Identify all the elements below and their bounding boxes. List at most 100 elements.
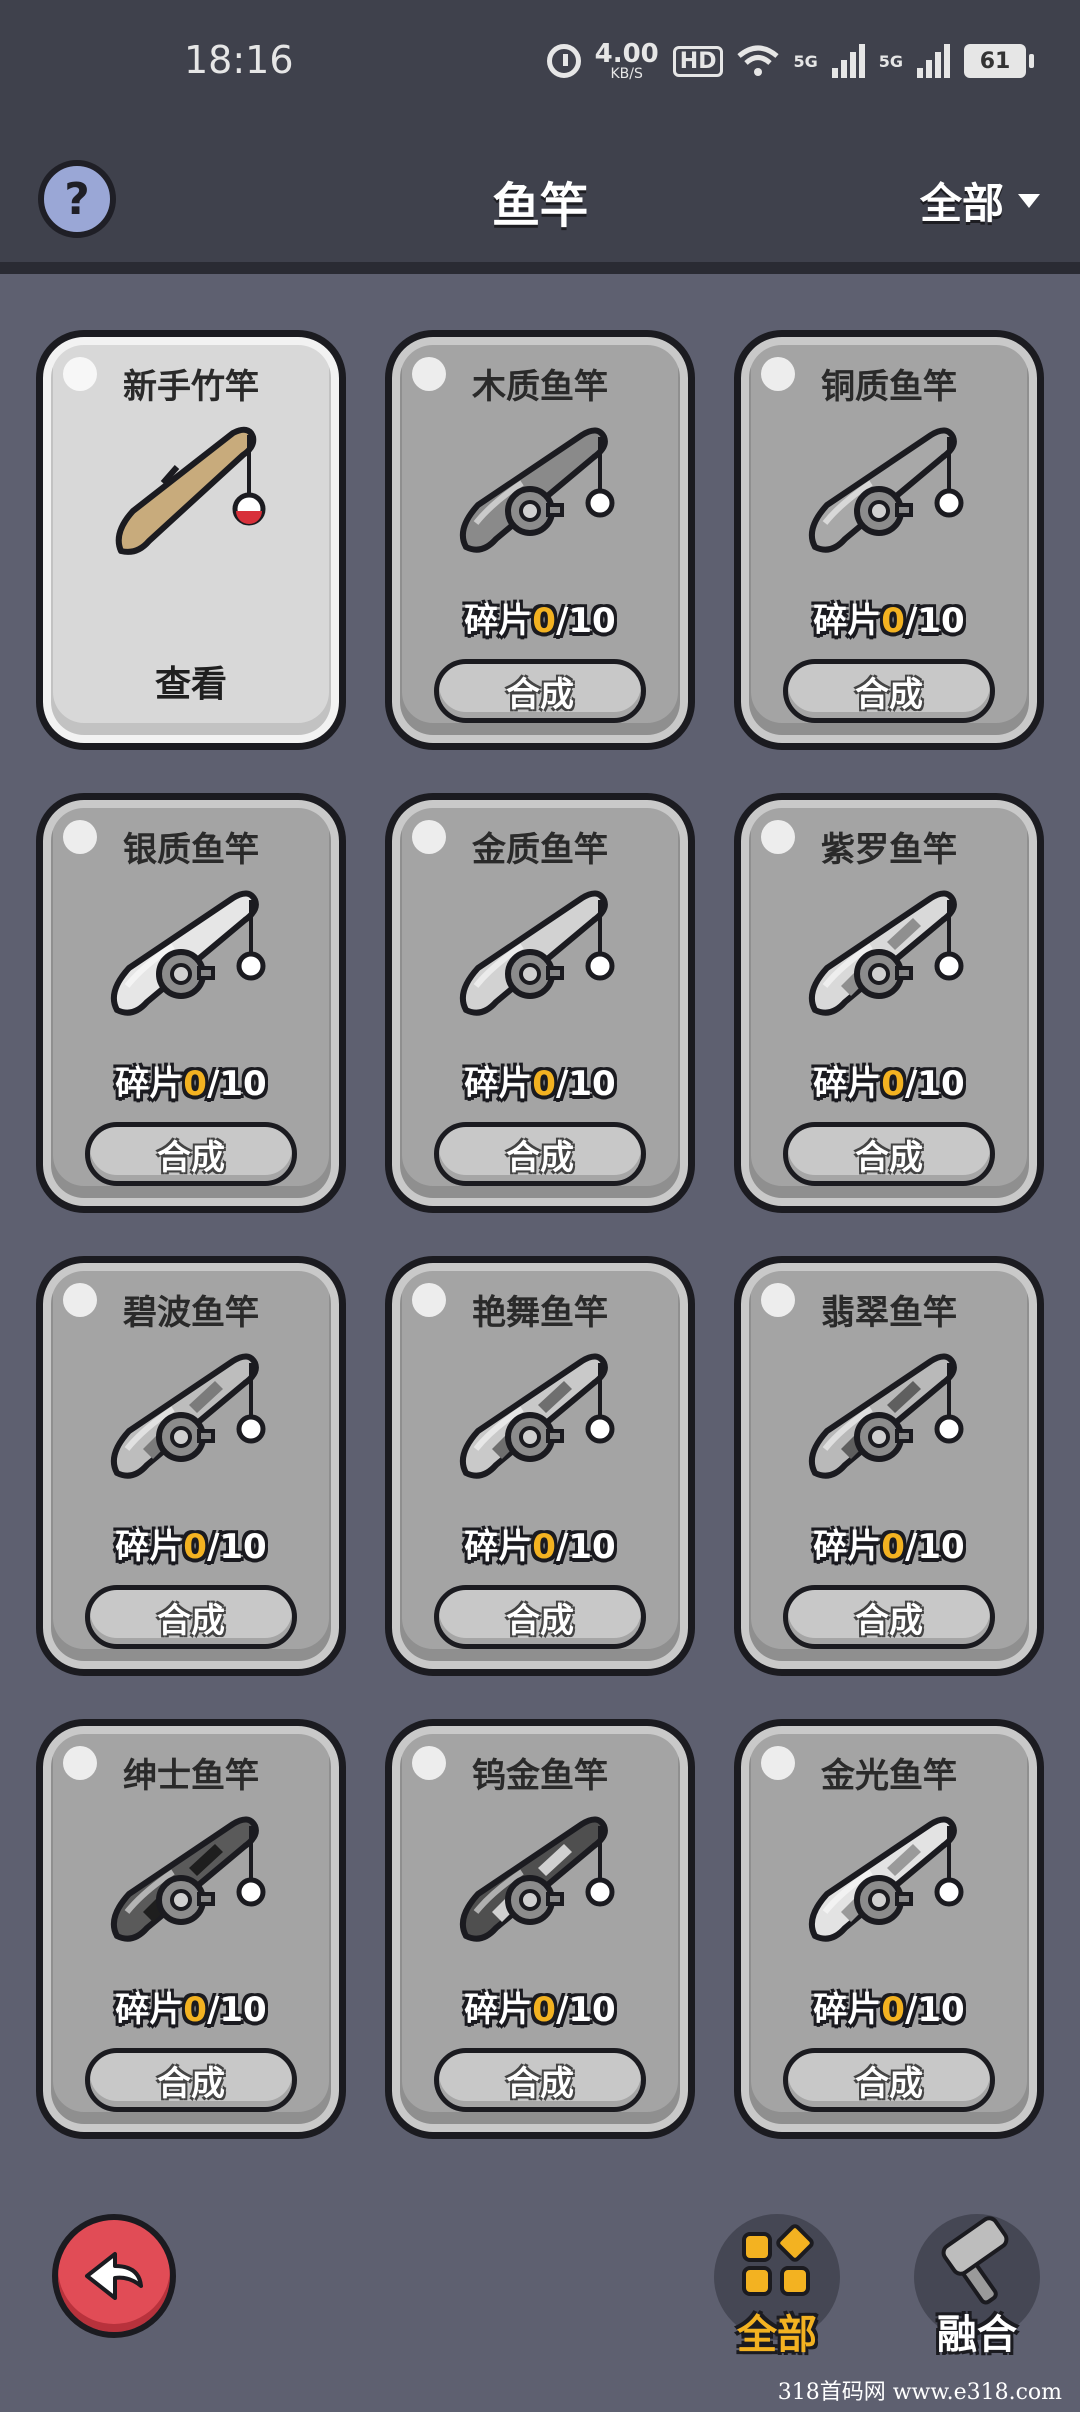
craft-button[interactable]: 合成 xyxy=(85,1122,297,1186)
fragment-progress: 碎片0/10 xyxy=(741,1519,1037,1568)
rod-card[interactable]: 金光鱼竿碎片0/10 合成 xyxy=(734,1719,1044,2139)
fragment-count: 0 xyxy=(881,1064,905,1104)
craft-button[interactable]: 合成 xyxy=(434,1585,646,1649)
fishing-rod-icon xyxy=(111,1816,266,1942)
grid-icon xyxy=(742,2224,814,2296)
fragment-label: 碎片 xyxy=(813,1990,882,2030)
fragment-total: /10 xyxy=(555,601,616,641)
fragment-count: 0 xyxy=(532,601,556,641)
page-title: 鱼竿 xyxy=(491,178,588,234)
header-divider xyxy=(0,262,1080,274)
rod-card[interactable]: 翡翠鱼竿碎片0/10 合成 xyxy=(734,1256,1044,1676)
fragment-progress: 碎片0/10 xyxy=(392,1056,688,1105)
fishing-rod-icon xyxy=(809,1816,964,1942)
craft-button[interactable]: 合成 xyxy=(85,2048,297,2112)
rod-card[interactable]: 银质鱼竿碎片0/10 合成 xyxy=(36,793,346,1213)
craft-button[interactable]: 合成 xyxy=(783,1585,995,1649)
rod-name: 金质鱼竿 xyxy=(472,830,608,870)
status-bar: 18:16 4.00 KB/S HD 5G 5G 61 xyxy=(0,0,1080,130)
rod-name: 木质鱼竿 xyxy=(472,367,608,407)
craft-button[interactable]: 合成 xyxy=(434,2048,646,2112)
fishing-rod-icon xyxy=(111,890,266,1016)
fragment-label: 碎片 xyxy=(464,601,533,641)
nav-all-label: 全部 xyxy=(737,2312,817,2358)
rod-name: 钨金鱼竿 xyxy=(472,1756,608,1796)
rod-card[interactable]: 金质鱼竿碎片0/10 合成 xyxy=(385,793,695,1213)
fragment-total: /10 xyxy=(206,1064,267,1104)
fragment-label: 碎片 xyxy=(464,1064,533,1104)
fragment-total: /10 xyxy=(904,1527,965,1567)
rod-card[interactable]: 新手竹竿 查看 xyxy=(36,330,346,750)
view-button[interactable]: 查看 xyxy=(43,655,339,707)
battery-icon: 61 xyxy=(964,44,1034,78)
rod-card[interactable]: 艳舞鱼竿碎片0/10 合成 xyxy=(385,1256,695,1676)
rod-name: 紫罗鱼竿 xyxy=(821,830,957,870)
fishing-rod-icon xyxy=(460,1353,615,1479)
rod-name: 翡翠鱼竿 xyxy=(821,1293,957,1333)
header: ? 鱼竿 全部 xyxy=(0,130,1080,270)
bamboo-rod-icon xyxy=(115,426,266,555)
caret-down-icon xyxy=(1018,193,1040,208)
fragment-label: 碎片 xyxy=(813,601,882,641)
network-type-1: 5G xyxy=(793,51,818,71)
fragment-progress: 碎片0/10 xyxy=(43,1519,339,1568)
fragment-total: /10 xyxy=(904,1064,965,1104)
fragment-count: 0 xyxy=(881,1527,905,1567)
craft-button[interactable]: 合成 xyxy=(783,1122,995,1186)
fragment-count: 0 xyxy=(881,601,905,641)
rod-card[interactable]: 紫罗鱼竿碎片0/10 合成 xyxy=(734,793,1044,1213)
fragment-progress: 碎片0/10 xyxy=(43,1982,339,2031)
hd-icon: HD xyxy=(672,45,724,77)
fragment-label: 碎片 xyxy=(115,1990,184,2030)
fishing-rod-icon xyxy=(460,1816,615,1942)
fragment-total: /10 xyxy=(555,1990,616,2030)
filter-label: 全部 xyxy=(919,179,1004,228)
fragment-progress: 碎片0/10 xyxy=(392,1982,688,2031)
rod-card[interactable]: 木质鱼竿碎片0/10 合成 xyxy=(385,330,695,750)
status-icons: 4.00 KB/S HD 5G 5G 61 xyxy=(546,36,1034,86)
fragment-progress: 碎片0/10 xyxy=(392,593,688,642)
fragment-label: 碎片 xyxy=(464,1527,533,1567)
fragment-label: 碎片 xyxy=(813,1527,882,1567)
fishing-rod-icon xyxy=(809,1353,964,1479)
filter-dropdown[interactable]: 全部 xyxy=(920,170,1040,231)
rod-card[interactable]: 钨金鱼竿碎片0/10 合成 xyxy=(385,1719,695,2139)
craft-button[interactable]: 合成 xyxy=(434,1122,646,1186)
rod-card[interactable]: 铜质鱼竿 碎片0/10 合成 xyxy=(734,330,1044,750)
signal-icon-2 xyxy=(917,44,950,78)
rod-name: 碧波鱼竿 xyxy=(123,1293,259,1333)
fragment-label: 碎片 xyxy=(115,1064,184,1104)
fragment-progress: 碎片0/10 xyxy=(43,1056,339,1105)
fragment-label: 碎片 xyxy=(115,1527,184,1567)
rod-card[interactable]: 碧波鱼竿碎片0/10 合成 xyxy=(36,1256,346,1676)
rod-name: 艳舞鱼竿 xyxy=(472,1293,608,1333)
fragment-total: /10 xyxy=(555,1064,616,1104)
rod-name: 金光鱼竿 xyxy=(821,1756,957,1796)
fishing-rod-icon xyxy=(809,890,964,1016)
fragment-label: 碎片 xyxy=(813,1064,882,1104)
fishing-rod-icon xyxy=(460,427,615,553)
fragment-count: 0 xyxy=(183,1990,207,2030)
fishing-rod-icon xyxy=(460,890,615,1016)
fragment-count: 0 xyxy=(881,1990,905,2030)
craft-button[interactable]: 合成 xyxy=(85,1585,297,1649)
signal-icon-1 xyxy=(831,44,865,78)
fragment-progress: 碎片0/10 xyxy=(741,1982,1037,2031)
fragment-progress: 碎片0/10 xyxy=(392,1519,688,1568)
nav-all[interactable]: 全部 xyxy=(714,2214,840,2364)
craft-button[interactable]: 合成 xyxy=(783,2048,995,2112)
fragment-total: /10 xyxy=(904,1990,965,2030)
back-arrow-icon xyxy=(85,2252,143,2300)
craft-button[interactable]: 合成 xyxy=(434,659,646,723)
fragment-count: 0 xyxy=(183,1064,207,1104)
rod-name: 银质鱼竿 xyxy=(123,830,259,870)
nav-fuse[interactable]: 融合 xyxy=(914,2214,1040,2364)
rod-card[interactable]: 绅士鱼竿 碎片0/10 合成 xyxy=(36,1719,346,2139)
fragment-label: 碎片 xyxy=(464,1990,533,2030)
fragment-total: /10 xyxy=(206,1990,267,2030)
wifi-icon xyxy=(737,45,780,76)
craft-button[interactable]: 合成 xyxy=(783,659,995,723)
back-button[interactable] xyxy=(52,2214,176,2338)
network-speed: 4.00 KB/S xyxy=(594,39,659,82)
rod-name: 铜质鱼竿 xyxy=(821,367,957,407)
